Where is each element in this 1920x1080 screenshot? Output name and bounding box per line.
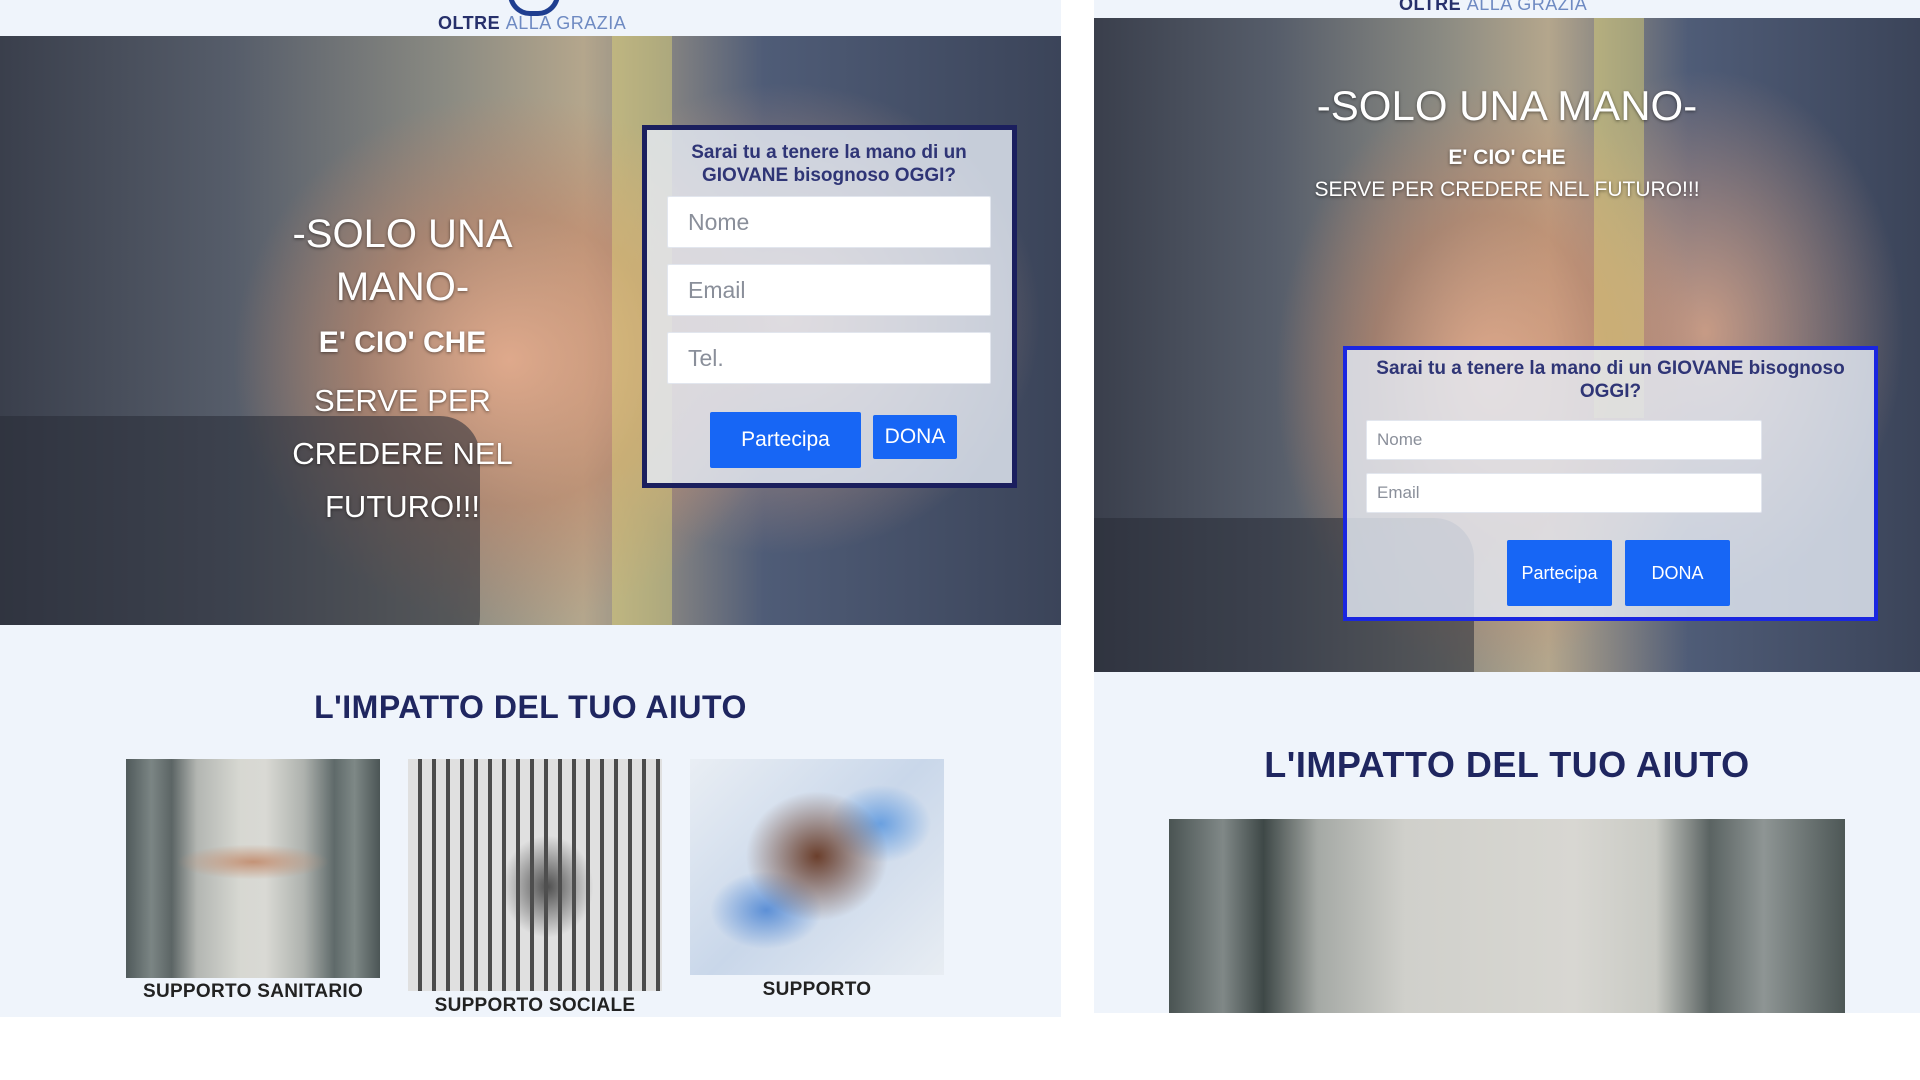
tel-field[interactable]: Tel. bbox=[667, 332, 991, 384]
email-field-placeholder: Email bbox=[1377, 483, 1420, 502]
mobile-preview-panel: OLTRE ALLA GRAZIA -SOLO UNA MANO- E' CIO… bbox=[1094, 0, 1920, 1013]
partecipa-button[interactable]: Partecipa bbox=[1507, 540, 1612, 606]
brand-name-bold: OLTRE bbox=[438, 13, 501, 33]
name-field[interactable]: Nome bbox=[667, 196, 991, 248]
email-field[interactable]: Email bbox=[667, 264, 991, 316]
email-field[interactable]: Email bbox=[1366, 473, 1762, 513]
brand-name-light: ALLA GRAZIA bbox=[1466, 0, 1588, 14]
name-field-placeholder: Nome bbox=[1377, 430, 1423, 449]
email-field-placeholder: Email bbox=[688, 276, 746, 303]
form-question: Sarai tu a tenere la mano di un GIOVANE … bbox=[691, 142, 967, 186]
supporto-card-label[interactable]: SUPPORTO bbox=[680, 979, 954, 1001]
signup-form: Sarai tu a tenere la mano di un GIOVANE … bbox=[1343, 346, 1878, 621]
dona-button[interactable]: DONA bbox=[1625, 540, 1730, 606]
sanitario-card-label[interactable]: SUPPORTO SANITARIO bbox=[116, 981, 390, 1003]
form-question: Sarai tu a tenere la mano di un GIOVANE … bbox=[1376, 358, 1845, 402]
supporto-card-image[interactable] bbox=[690, 759, 944, 975]
name-field-placeholder: Nome bbox=[688, 208, 750, 235]
brand-logo[interactable]: OLTRE ALLA GRAZIA bbox=[1399, 0, 1587, 15]
partecipa-button[interactable]: Partecipa bbox=[710, 412, 861, 468]
hero-title: -SOLO UNA MANO- bbox=[292, 212, 513, 309]
hero-subtitle-bold: E' CIO' CHE bbox=[318, 326, 487, 359]
name-field[interactable]: Nome bbox=[1366, 420, 1762, 460]
dona-button[interactable]: DONA bbox=[873, 415, 957, 459]
brand-logo[interactable]: OLTRE ALLA GRAZIA bbox=[438, 13, 626, 34]
sanitario-card-image[interactable] bbox=[1169, 819, 1845, 1013]
sociale-card-label[interactable]: SUPPORTO SOCIALE bbox=[398, 995, 672, 1017]
tel-field-placeholder: Tel. bbox=[688, 344, 724, 371]
hero-banner: -SOLO UNA MANO- E' CIO' CHE SERVE PER CR… bbox=[1094, 18, 1920, 672]
sanitario-card-image[interactable] bbox=[126, 759, 380, 978]
hero-subtitle: SERVE PER CREDERE NEL FUTURO!!! bbox=[292, 383, 513, 524]
hero-banner: -SOLO UNA MANO- E' CIO' CHE SERVE PER CR… bbox=[0, 36, 1061, 625]
brand-name-light: ALLA GRAZIA bbox=[505, 13, 627, 33]
hero-subtitle: SERVE PER CREDERE NEL FUTURO!!! bbox=[1314, 178, 1700, 201]
hero-title: -SOLO UNA MANO- bbox=[1316, 82, 1698, 129]
signup-form: Sarai tu a tenere la mano di un GIOVANE … bbox=[642, 125, 1017, 488]
sociale-card-image[interactable] bbox=[408, 759, 662, 991]
brand-name-bold: OLTRE bbox=[1399, 0, 1462, 14]
impact-section-title: L'IMPATTO DEL TUO AIUTO bbox=[1264, 744, 1750, 785]
desktop-preview-panel: OLTRE ALLA GRAZIA -SOLO UNA MANO- E' CIO… bbox=[0, 0, 1061, 1017]
impact-section-title: L'IMPATTO DEL TUO AIUTO bbox=[314, 689, 747, 725]
hero-subtitle-bold: E' CIO' CHE bbox=[1448, 146, 1566, 169]
